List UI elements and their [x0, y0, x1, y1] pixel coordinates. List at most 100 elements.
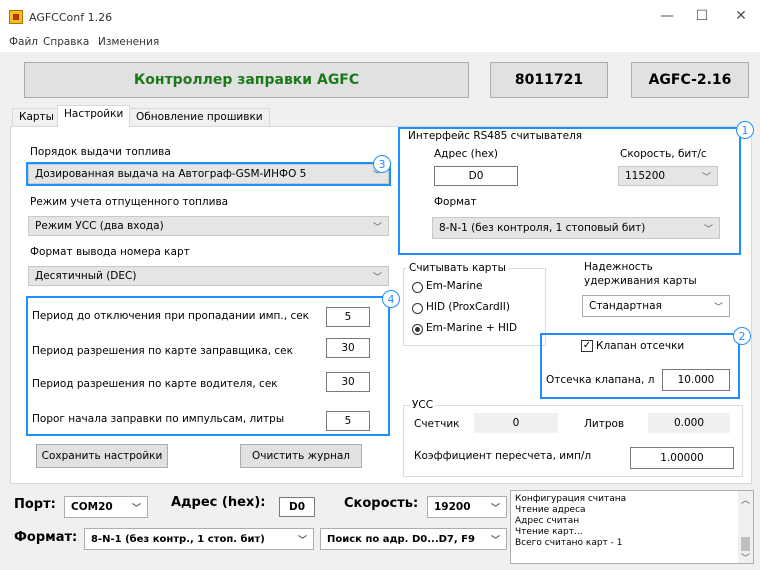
menu-file[interactable]: Файл	[9, 36, 38, 48]
radio-hid[interactable]	[412, 303, 423, 314]
tab-settings[interactable]: Настройки	[57, 105, 131, 127]
rs485-title: Интерфейс RS485 считывателя	[408, 130, 583, 142]
chevron-down-icon: ﹀	[372, 222, 382, 233]
port-label: Порт:	[14, 497, 56, 512]
chevron-down-icon: ﹀	[701, 172, 711, 183]
speed-label: Скорость:	[344, 496, 419, 511]
card-format-label: Формат вывода номера карт	[30, 246, 190, 258]
rs485-speed-value: 115200	[625, 170, 666, 182]
address-input[interactable]: D0	[279, 497, 315, 517]
radio-em-marine-label[interactable]: Em-Marine	[426, 280, 483, 292]
log-box[interactable]: Конфигурация считана Чтение адреса Адрес…	[510, 490, 754, 564]
badge-2: 2	[733, 327, 751, 345]
fuel-order-value: Дозированная выдача на Автограф-GSM-ИНФО…	[35, 168, 307, 180]
radio-em-marine-hid[interactable]	[412, 324, 423, 335]
radio-em-marine-hid-label[interactable]: Em-Marine + HID	[426, 322, 517, 334]
chevron-down-icon: ﹀	[713, 302, 723, 313]
reliability-label-line2: удерживания карты	[584, 275, 697, 287]
chevron-down-icon: ﹀	[490, 503, 500, 514]
cutoff-label: Отсечка клапана, л	[546, 374, 655, 386]
period-label-1: Период до отключения при пропадании имп.…	[32, 310, 310, 322]
search-select[interactable]: Поиск по адр. D0...D7, F9 ﹀	[320, 528, 507, 550]
search-value: Поиск по адр. D0...D7, F9	[327, 533, 475, 545]
valve-checkbox[interactable]: ✓	[581, 340, 593, 352]
card-format-select[interactable]: Десятичный (DEC) ﹀	[28, 266, 389, 286]
period-input-2[interactable]: 30	[326, 338, 370, 358]
counter-label: Счетчик	[414, 418, 460, 430]
model-button[interactable]: AGFC-2.16	[631, 62, 749, 98]
counter-value: 0	[474, 413, 558, 433]
badge-1: 1	[736, 121, 754, 139]
title-bar	[0, 0, 760, 32]
scroll-up-icon[interactable]: ︿	[741, 493, 750, 506]
period-input-3[interactable]: 30	[326, 372, 370, 392]
menu-help[interactable]: Справка	[43, 36, 89, 48]
radio-hid-label[interactable]: HID (ProxCardII)	[426, 301, 510, 313]
valve-checkbox-label[interactable]: Клапан отсечки	[596, 340, 684, 352]
log-line: Конфигурация считана	[515, 494, 627, 504]
chevron-down-icon: ﹀	[703, 224, 713, 235]
rs485-format-select[interactable]: 8-N-1 (без контроля, 1 стоповый бит) ﹀	[432, 217, 720, 239]
scroll-thumb[interactable]	[741, 537, 750, 551]
read-cards-title: Считывать карты	[407, 262, 508, 274]
menu-changes[interactable]: Изменения	[98, 36, 159, 48]
log-line: Чтение адреса	[515, 505, 586, 515]
speed-select[interactable]: 19200 ﹀	[427, 496, 507, 518]
save-settings-button[interactable]: Сохранить настройки	[36, 444, 168, 468]
port-value: COM20	[71, 501, 113, 513]
cutoff-input[interactable]: 10.000	[662, 369, 730, 391]
minimize-icon[interactable]: —	[657, 6, 677, 26]
chevron-down-icon: ﹀	[372, 272, 382, 283]
log-line: Чтение карт...	[515, 527, 583, 537]
log-scrollbar[interactable]: ︿ ﹀	[738, 491, 753, 564]
badge-4: 4	[382, 290, 400, 308]
coef-label: Коэффициент пересчета, имп/л	[414, 450, 592, 462]
rs485-format-value: 8-N-1 (без контроля, 1 стоповый бит)	[439, 222, 646, 234]
format-label: Формат:	[14, 530, 78, 545]
period-input-1[interactable]: 5	[326, 307, 370, 327]
fuel-order-select[interactable]: Дозированная выдача на Автограф-GSM-ИНФО…	[28, 164, 389, 184]
reliability-select[interactable]: Стандартная ﹀	[582, 295, 730, 317]
log-line: Адрес считан	[515, 516, 580, 526]
serial-button[interactable]: 8011721	[490, 62, 608, 98]
close-icon[interactable]: ✕	[731, 6, 751, 26]
port-select[interactable]: COM20 ﹀	[64, 496, 148, 518]
fuel-mode-label: Режим учета отпущенного топлива	[30, 196, 229, 208]
card-format-value: Десятичный (DEC)	[35, 270, 137, 282]
scroll-down-icon[interactable]: ﹀	[741, 551, 750, 564]
format-select[interactable]: 8-N-1 (без контр., 1 стоп. бит) ﹀	[84, 528, 314, 550]
maximize-icon[interactable]: ☐	[692, 6, 712, 26]
speed-value: 19200	[434, 501, 471, 513]
reliability-label-line1: Надежность	[584, 261, 653, 273]
period-input-4[interactable]: 5	[326, 411, 370, 431]
window-title: AGFCConf 1.26	[29, 11, 113, 24]
format-value: 8-N-1 (без контр., 1 стоп. бит)	[91, 533, 265, 545]
coef-input[interactable]: 1.00000	[630, 447, 734, 469]
tab-cards[interactable]: Карты	[12, 108, 61, 126]
radio-em-marine[interactable]	[412, 282, 423, 293]
chevron-down-icon: ﹀	[490, 535, 500, 546]
app-icon	[9, 10, 23, 24]
controller-button[interactable]: Контроллер заправки AGFC	[24, 62, 469, 98]
rs485-format-label: Формат	[434, 196, 477, 208]
uss-title: УСС	[410, 399, 436, 411]
rs485-speed-select[interactable]: 115200 ﹀	[618, 166, 718, 186]
rs485-address-input[interactable]: D0	[434, 166, 518, 186]
chevron-down-icon: ﹀	[131, 503, 141, 514]
period-label-3: Период разрешения по карте водителя, сек	[32, 378, 278, 390]
tab-firmware[interactable]: Обновление прошивки	[129, 108, 270, 126]
chevron-down-icon: ﹀	[297, 535, 307, 546]
period-label-4: Порог начала заправки по импульсам, литр…	[32, 413, 285, 425]
liters-label: Литров	[584, 418, 625, 430]
log-line: Всего считано карт - 1	[515, 538, 623, 548]
rs485-address-label: Адрес (hex)	[434, 148, 499, 160]
fuel-mode-value: Режим УСС (два входа)	[35, 220, 164, 232]
fuel-mode-select[interactable]: Режим УСС (два входа) ﹀	[28, 216, 389, 236]
rs485-speed-label: Скорость, бит/с	[620, 148, 707, 160]
reliability-value: Стандартная	[589, 300, 662, 312]
badge-3: 3	[373, 155, 391, 173]
period-label-2: Период разрешения по карте заправщика, с…	[32, 345, 293, 357]
address-label: Адрес (hex):	[171, 495, 266, 510]
fuel-order-label: Порядок выдачи топлива	[30, 146, 171, 158]
clear-log-button[interactable]: Очистить журнал	[240, 444, 362, 468]
